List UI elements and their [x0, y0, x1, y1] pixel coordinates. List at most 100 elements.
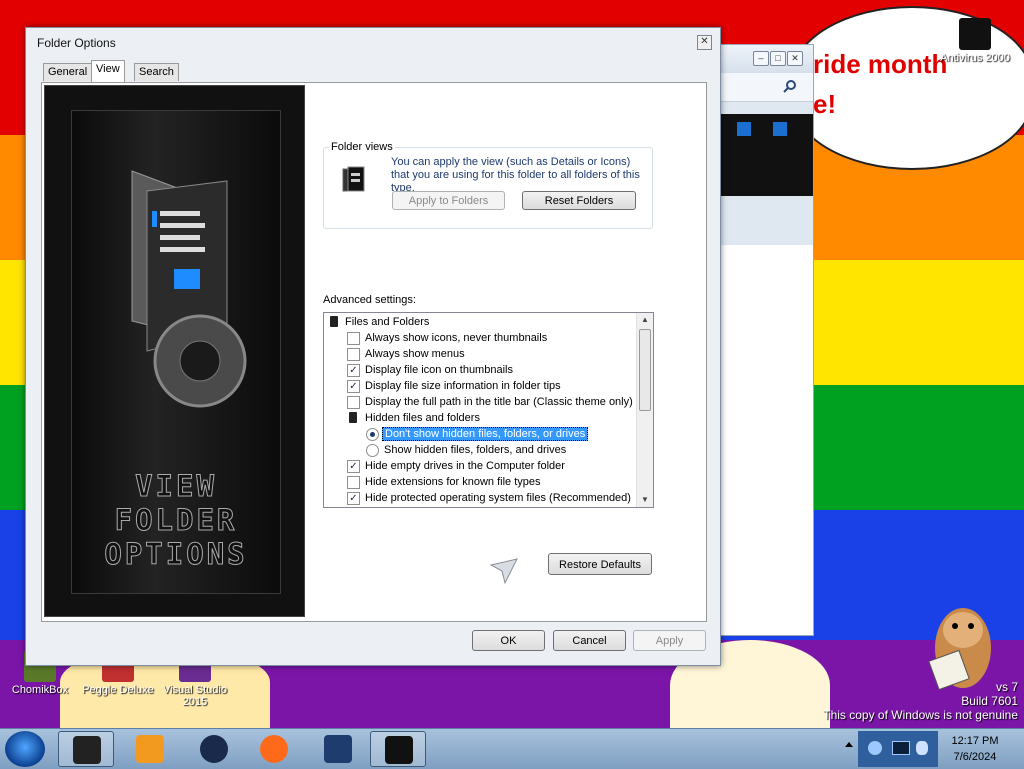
globe-icon: [200, 735, 228, 763]
checkbox-checked[interactable]: ✓: [347, 460, 360, 473]
folder-options-dialog: Folder Options ✕ General View Search VIE…: [25, 27, 721, 666]
window-app-icon: [324, 735, 352, 763]
scroll-down-icon[interactable]: ▼: [637, 493, 653, 507]
art-text-line-2: FOLDER: [114, 503, 238, 538]
taskbar-item-app[interactable]: [186, 731, 242, 767]
taskbar-clock[interactable]: 12:17 PM 7/6/2024: [940, 733, 1010, 765]
setting-label: Always show icons, never thumbnails: [365, 332, 548, 344]
watermark-genuine: This copy of Windows is not genuine: [823, 708, 1018, 722]
apply-button[interactable]: Apply: [633, 630, 706, 651]
checkbox-unchecked[interactable]: [347, 332, 360, 345]
setting-label: Display file size information in folder …: [365, 380, 561, 392]
setting-display-file-icon[interactable]: ✓ Display file icon on thumbnails: [347, 362, 513, 378]
clock-time: 12:17 PM: [951, 735, 999, 747]
desktop-icon-label: Antivirus 2000: [940, 52, 1010, 64]
close-icon[interactable]: ✕: [787, 51, 803, 66]
clock-date: 7/6/2024: [953, 751, 997, 763]
setting-hide-extensions[interactable]: Hide extensions for known file types: [347, 474, 540, 490]
taskbar-item-media-player[interactable]: [122, 731, 178, 767]
advanced-settings-tree[interactable]: Files and Folders Always show icons, nev…: [323, 312, 654, 508]
checkbox-unchecked[interactable]: [347, 476, 360, 489]
network-icon[interactable]: [868, 741, 882, 755]
background-window-thumbnails: [717, 114, 813, 196]
dialog-title: Folder Options: [37, 36, 116, 50]
taskbar: 12:17 PM 7/6/2024: [0, 728, 1024, 769]
desktop-icon-antivirus[interactable]: Antivirus 2000: [935, 18, 1015, 64]
tree-group-label: Files and Folders: [345, 316, 430, 328]
advanced-settings-label: Advanced settings:: [323, 294, 416, 306]
setting-label: Display the full path in the title bar (…: [365, 396, 633, 408]
apply-to-folders-button[interactable]: Apply to Folders: [392, 191, 505, 210]
artwork-frame: VIEW FOLDER OPTIONS: [71, 110, 281, 594]
antivirus-icon: [959, 18, 991, 50]
setting-hide-protected-files[interactable]: ✓ Hide protected operating system files …: [347, 490, 631, 506]
minimize-icon[interactable]: –: [753, 51, 769, 66]
folder-thumbnail-icon: [737, 122, 751, 136]
background-explorer-window[interactable]: – □ ✕: [716, 44, 814, 636]
radio-unselected[interactable]: [366, 444, 379, 457]
setting-always-show-icons[interactable]: Always show icons, never thumbnails: [347, 330, 547, 346]
setting-display-file-size[interactable]: ✓ Display file size information in folde…: [347, 378, 561, 394]
art-text-line-1: VIEW: [135, 469, 217, 504]
search-icon[interactable]: [783, 79, 797, 93]
background-window-address-bar[interactable]: [717, 73, 813, 102]
taskbar-item-folder-options[interactable]: [370, 731, 426, 767]
setting-dont-show-hidden[interactable]: Don't show hidden files, folders, or dri…: [366, 426, 589, 442]
watermark-version: vs 7: [995, 680, 1018, 694]
taskbar-item-app-2[interactable]: [310, 731, 366, 767]
show-hidden-icons-icon[interactable]: [843, 739, 855, 751]
setting-label: Always show menus: [365, 348, 465, 360]
desktop-icon-label: Peggle Deluxe: [82, 684, 154, 696]
restore-defaults-button[interactable]: Restore Defaults: [548, 553, 652, 575]
folder-icon: [330, 316, 338, 327]
tree-group-label: Hidden files and folders: [365, 412, 480, 424]
view-folder-options-artwork: VIEW FOLDER OPTIONS: [44, 85, 305, 617]
setting-label: Don't show hidden files, folders, or dri…: [382, 427, 589, 441]
setting-label: Hide protected operating system files (R…: [365, 492, 631, 504]
cancel-button[interactable]: Cancel: [553, 630, 626, 651]
tree-scrollbar[interactable]: ▲ ▼: [636, 313, 653, 507]
checkbox-unchecked[interactable]: [347, 348, 360, 361]
watermark-build: Build 7601: [961, 694, 1018, 708]
taskbar-item-firefox[interactable]: [246, 731, 302, 767]
tab-general[interactable]: General: [43, 63, 93, 81]
background-window-titlebar[interactable]: – □ ✕: [717, 45, 813, 73]
reset-folders-button[interactable]: Reset Folders: [522, 191, 636, 210]
tree-group-hidden-files: Hidden files and folders: [347, 410, 480, 426]
checkbox-checked[interactable]: ✓: [347, 492, 360, 505]
ok-button[interactable]: OK: [472, 630, 545, 651]
windows-version-watermark: vs 7 Build 7601 This copy of Windows is …: [823, 680, 1018, 722]
setting-show-hidden[interactable]: Show hidden files, folders, and drives: [366, 442, 566, 458]
setting-label: Display file icon on thumbnails: [365, 364, 513, 376]
speech-line-1: ride month: [813, 49, 948, 79]
speech-bubble-text: ride month e!: [813, 44, 947, 124]
monitor-icon[interactable]: [892, 741, 910, 755]
setting-display-full-path[interactable]: Display the full path in the title bar (…: [347, 394, 633, 410]
taskbar-item-explorer[interactable]: [58, 731, 114, 767]
start-orb-icon[interactable]: [5, 731, 45, 767]
scroll-thumb[interactable]: [639, 329, 651, 411]
desktop-icon-label: Visual Studio 2015: [162, 684, 227, 708]
checkbox-checked[interactable]: ✓: [347, 364, 360, 377]
checkbox-checked[interactable]: ✓: [347, 380, 360, 393]
folder-app-icon: [73, 736, 101, 764]
folder-view-icon: [342, 166, 365, 192]
system-tray: [858, 731, 938, 767]
view-tab-panel: VIEW FOLDER OPTIONS Folder views You can…: [41, 82, 707, 622]
background-window-content: [717, 245, 813, 635]
setting-label: Hide extensions for known file types: [365, 476, 541, 488]
folder-icon: [349, 412, 357, 423]
folder-views-title: Folder views: [329, 141, 395, 153]
close-icon[interactable]: ✕: [697, 35, 712, 50]
maximize-icon[interactable]: □: [770, 51, 786, 66]
scroll-up-icon[interactable]: ▲: [637, 313, 653, 327]
setting-always-show-menus[interactable]: Always show menus: [347, 346, 465, 362]
tab-search[interactable]: Search: [134, 63, 179, 81]
folder-gear-icon: [131, 170, 247, 408]
desktop-icon-label: ChomikBox: [11, 684, 69, 696]
tab-view[interactable]: View: [91, 60, 125, 82]
setting-hide-empty-drives[interactable]: ✓ Hide empty drives in the Computer fold…: [347, 458, 565, 474]
checkbox-unchecked[interactable]: [347, 396, 360, 409]
radio-selected[interactable]: [366, 428, 379, 441]
volume-icon[interactable]: [916, 741, 928, 755]
